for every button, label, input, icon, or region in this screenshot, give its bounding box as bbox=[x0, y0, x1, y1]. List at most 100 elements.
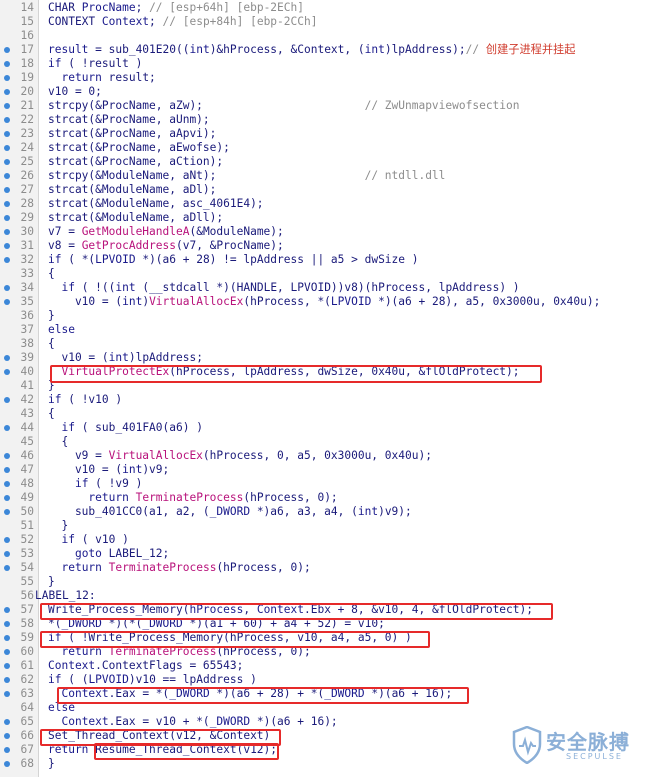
code-line[interactable]: 31 v8 = GetProcAddress(v7, &ProcName); bbox=[0, 239, 660, 253]
code-line[interactable]: 15 CONTEXT Context; // [esp+84h] [ebp-2CC… bbox=[0, 15, 660, 29]
code-line[interactable]: 42 if ( !v10 ) bbox=[0, 393, 660, 407]
code-text[interactable]: return TerminateProcess(hProcess, 0); bbox=[48, 645, 310, 659]
code-text[interactable]: sub_401CC0(a1, a2, (_DWORD *)a6, a3, a4,… bbox=[48, 505, 412, 519]
code-line[interactable]: 36} bbox=[0, 309, 660, 323]
code-text[interactable]: v10 = (int)lpAddress; bbox=[48, 351, 202, 365]
code-text[interactable]: } bbox=[48, 575, 55, 589]
code-line[interactable]: 59 if ( !Write_Process_Memory(hProcess, v… bbox=[0, 631, 660, 645]
code-line[interactable]: 41} bbox=[0, 379, 660, 393]
code-text[interactable]: Context.Eax = *(_DWORD *)(a6 + 28) + *(_… bbox=[48, 687, 452, 701]
code-text[interactable]: Set_Thread_Context(v12, &Context) bbox=[48, 729, 270, 743]
code-line[interactable]: 23 strcat(&ProcName, aApvi); bbox=[0, 127, 660, 141]
code-line[interactable]: 38 { bbox=[0, 337, 660, 351]
code-line[interactable]: 24 strcat(&ProcName, aEwofse); bbox=[0, 141, 660, 155]
code-line[interactable]: 62 if ( (LPVOID)v10 == lpAddress ) bbox=[0, 673, 660, 687]
code-line[interactable]: 26 strcpy(&ModuleName, aNt); // ntdll.dll bbox=[0, 169, 660, 183]
code-line[interactable]: 19 return result; bbox=[0, 71, 660, 85]
code-line[interactable]: 56 LABEL_12: bbox=[0, 589, 660, 603]
code-text[interactable]: goto LABEL_12; bbox=[48, 547, 169, 561]
code-text[interactable]: strcat(&ModuleName, aDll); bbox=[48, 211, 223, 225]
code-line[interactable]: 16 bbox=[0, 29, 660, 43]
code-line[interactable]: 51 } bbox=[0, 519, 660, 533]
code-text[interactable]: CHAR ProcName; // [esp+64h] [ebp-2ECh] bbox=[48, 1, 304, 15]
code-text[interactable]: } bbox=[48, 309, 55, 323]
code-line[interactable]: 49 return TerminateProcess(hProcess, 0); bbox=[0, 491, 660, 505]
code-line[interactable]: 29 strcat(&ModuleName, aDll); bbox=[0, 211, 660, 225]
code-line[interactable]: 25 strcat(&ProcName, aCtion); bbox=[0, 155, 660, 169]
code-text[interactable]: } bbox=[48, 519, 68, 533]
code-line[interactable]: 27 strcat(&ModuleName, aDl); bbox=[0, 183, 660, 197]
code-text[interactable]: v10 = (int)VirtualAllocEx(hProcess, *(LP… bbox=[48, 295, 600, 309]
code-text[interactable]: *(_DWORD *)(*(_DWORD *)(a1 + 60) + a4 + … bbox=[48, 617, 385, 631]
code-text[interactable]: Write_Process_Memory(hProcess, Context.E… bbox=[48, 603, 533, 617]
code-line[interactable]: 39 v10 = (int)lpAddress; bbox=[0, 351, 660, 365]
code-line[interactable]: 40 VirtualProtectEx(hProcess, lpAddress,… bbox=[0, 365, 660, 379]
code-text[interactable]: } bbox=[48, 379, 55, 393]
code-text[interactable]: LABEL_12: bbox=[35, 589, 96, 603]
code-line[interactable]: 64 else bbox=[0, 701, 660, 715]
code-text[interactable]: { bbox=[48, 407, 55, 421]
code-text[interactable]: strcat(&ProcName, aEwofse); bbox=[48, 141, 230, 155]
code-line[interactable]: 14 CHAR ProcName; // [esp+64h] [ebp-2ECh] bbox=[0, 1, 660, 15]
code-text[interactable]: return Resume_Thread_Context(v12); bbox=[48, 743, 277, 757]
code-text[interactable]: if ( *(LPVOID *)(a6 + 28) != lpAddress |… bbox=[48, 253, 418, 267]
code-line[interactable]: 63 Context.Eax = *(_DWORD *)(a6 + 28) + … bbox=[0, 687, 660, 701]
code-text[interactable]: { bbox=[48, 267, 55, 281]
pseudocode-editor[interactable]: 14 CHAR ProcName; // [esp+64h] [ebp-2ECh]… bbox=[0, 0, 660, 777]
code-text[interactable]: { bbox=[48, 337, 55, 351]
code-line[interactable]: 54 return TerminateProcess(hProcess, 0); bbox=[0, 561, 660, 575]
code-text[interactable]: if ( !Write_Process_Memory(hProcess, v10… bbox=[48, 631, 412, 645]
code-line[interactable]: 55} bbox=[0, 575, 660, 589]
code-text[interactable]: return result; bbox=[48, 71, 155, 85]
code-text[interactable]: if ( !v9 ) bbox=[48, 477, 142, 491]
code-line[interactable]: 33 { bbox=[0, 267, 660, 281]
code-text[interactable]: if ( !result ) bbox=[48, 57, 142, 71]
code-text[interactable]: if ( (LPVOID)v10 == lpAddress ) bbox=[48, 673, 257, 687]
code-line[interactable]: 45 { bbox=[0, 435, 660, 449]
code-line[interactable]: 18 if ( !result ) bbox=[0, 57, 660, 71]
code-line[interactable]: 32 if ( *(LPVOID *)(a6 + 28) != lpAddress… bbox=[0, 253, 660, 267]
code-line[interactable]: 50 sub_401CC0(a1, a2, (_DWORD *)a6, a3, … bbox=[0, 505, 660, 519]
code-line[interactable]: 48 if ( !v9 ) bbox=[0, 477, 660, 491]
code-text[interactable]: else bbox=[48, 701, 75, 715]
code-text[interactable]: if ( !((int (__stdcall *)(HANDLE, LPVOID… bbox=[48, 281, 519, 295]
code-line[interactable]: 22 strcat(&ProcName, aUnm); bbox=[0, 113, 660, 127]
code-line[interactable]: 58 *(_DWORD *)(*(_DWORD *)(a1 + 60) + a4 … bbox=[0, 617, 660, 631]
code-line[interactable]: 35 v10 = (int)VirtualAllocEx(hProcess, *… bbox=[0, 295, 660, 309]
code-line[interactable]: 60 return TerminateProcess(hProcess, 0); bbox=[0, 645, 660, 659]
code-text[interactable]: v7 = GetModuleHandleA(&ModuleName); bbox=[48, 225, 284, 239]
code-line[interactable]: 53 goto LABEL_12; bbox=[0, 547, 660, 561]
code-text[interactable]: v10 = 0; bbox=[48, 85, 102, 99]
code-line[interactable]: 43 { bbox=[0, 407, 660, 421]
code-text[interactable]: strcat(&ModuleName, asc_4061E4); bbox=[48, 197, 264, 211]
code-text[interactable]: strcpy(&ModuleName, aNt); // ntdll.dll bbox=[48, 169, 445, 183]
code-text[interactable]: v10 = (int)v9; bbox=[48, 463, 169, 477]
code-text[interactable]: if ( sub_401FA0(a6) ) bbox=[48, 421, 202, 435]
code-text[interactable]: VirtualProtectEx(hProcess, lpAddress, dw… bbox=[48, 365, 519, 379]
code-line[interactable]: 21 strcpy(&ProcName, aZw); // ZwUnmapview… bbox=[0, 99, 660, 113]
code-text[interactable]: if ( v10 ) bbox=[48, 533, 128, 547]
code-text[interactable]: return TerminateProcess(hProcess, 0); bbox=[48, 491, 337, 505]
code-line[interactable]: 30 v7 = GetModuleHandleA(&ModuleName); bbox=[0, 225, 660, 239]
code-line[interactable]: 17 result = sub_401E20((int)&hProcess, &C… bbox=[0, 43, 660, 57]
code-text[interactable]: result = sub_401E20((int)&hProcess, &Con… bbox=[48, 43, 575, 57]
code-text[interactable]: { bbox=[48, 435, 68, 449]
code-text[interactable]: CONTEXT Context; // [esp+84h] [ebp-2CCh] bbox=[48, 15, 317, 29]
code-text[interactable]: } bbox=[48, 757, 55, 771]
code-text[interactable]: strcat(&ProcName, aCtion); bbox=[48, 155, 223, 169]
code-text[interactable]: Context.Eax = v10 + *(_DWORD *)(a6 + 16)… bbox=[48, 715, 337, 729]
code-text[interactable]: Context.ContextFlags = 65543; bbox=[48, 659, 243, 673]
code-text[interactable]: strcat(&ModuleName, aDl); bbox=[48, 183, 216, 197]
code-line[interactable]: 28 strcat(&ModuleName, asc_4061E4); bbox=[0, 197, 660, 211]
code-text[interactable]: else bbox=[48, 323, 75, 337]
code-line[interactable]: 20 v10 = 0; bbox=[0, 85, 660, 99]
code-line[interactable]: 52 if ( v10 ) bbox=[0, 533, 660, 547]
code-line[interactable]: 61 Context.ContextFlags = 65543; bbox=[0, 659, 660, 673]
code-text[interactable]: return TerminateProcess(hProcess, 0); bbox=[48, 561, 310, 575]
code-line[interactable]: 57 Write_Process_Memory(hProcess, Context… bbox=[0, 603, 660, 617]
code-text[interactable]: strcat(&ProcName, aApvi); bbox=[48, 127, 216, 141]
code-text[interactable]: strcpy(&ProcName, aZw); // ZwUnmapviewof… bbox=[48, 99, 520, 113]
code-line[interactable]: 37 else bbox=[0, 323, 660, 337]
code-text[interactable]: v9 = VirtualAllocEx(hProcess, 0, a5, 0x3… bbox=[48, 449, 432, 463]
code-line[interactable]: 47 v10 = (int)v9; bbox=[0, 463, 660, 477]
